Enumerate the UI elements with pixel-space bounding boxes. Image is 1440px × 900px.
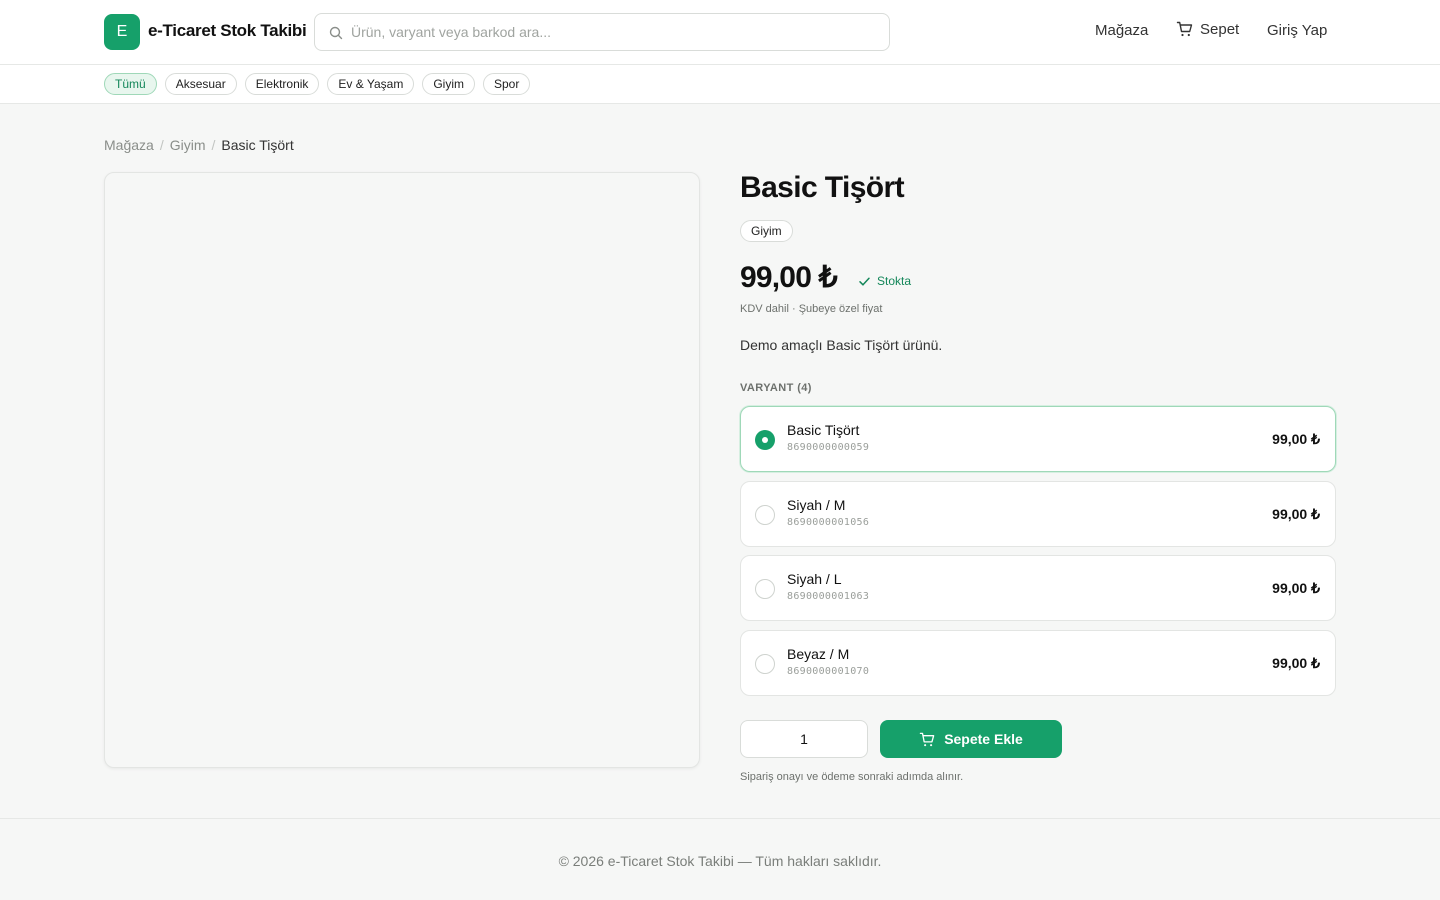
search-input[interactable] [351, 14, 871, 50]
variant-heading: VARYANT (4) [740, 382, 812, 394]
nav-store-link[interactable]: Mağaza [1095, 22, 1148, 39]
variant-name: Beyaz / M [787, 646, 850, 662]
add-to-cart-button[interactable]: Sepete Ekle [880, 720, 1062, 758]
footer-copyright: © 2026 e-Ticaret Stok Takibi — Tüm hakla… [558, 853, 882, 869]
nav-login-link[interactable]: Giriş Yap [1267, 22, 1327, 39]
category-chip-all[interactable]: Tümü [104, 73, 157, 95]
variant-name: Basic Tişört [787, 422, 860, 438]
breadcrumb-current: Basic Tişört [221, 137, 294, 153]
product-title: Basic Tişört [740, 171, 905, 204]
footer: © 2026 e-Ticaret Stok Takibi — Tüm hakla… [0, 818, 1440, 900]
search-box [314, 13, 890, 51]
order-note: Sipariş onayı ve ödeme sonraki adımda al… [740, 771, 964, 783]
variant-option[interactable]: Siyah / L 8690000001063 99,00 ₺ [740, 555, 1336, 621]
breadcrumb-separator: / [159, 137, 164, 153]
variant-option[interactable]: Siyah / M 8690000001056 99,00 ₺ [740, 481, 1336, 547]
category-bar: Tümü Aksesuar Elektronik Ev & Yaşam Giyi… [0, 65, 1440, 104]
product-image [104, 172, 700, 768]
category-tag: Giyim [740, 220, 793, 242]
variant-barcode: 8690000001070 [787, 666, 870, 677]
variant-radio[interactable] [755, 579, 775, 599]
variant-radio[interactable] [755, 430, 775, 450]
breadcrumb-store[interactable]: Mağaza [104, 137, 154, 153]
brand-name[interactable]: e-Ticaret Stok Takibi [148, 21, 307, 41]
cart-icon [1176, 21, 1193, 37]
stock-status: Stokta [858, 274, 911, 288]
category-list: Tümü Aksesuar Elektronik Ev & Yaşam Giyi… [104, 73, 531, 95]
logo-badge[interactable]: E [104, 14, 140, 50]
variant-barcode: 8690000001056 [787, 517, 870, 528]
variant-name: Siyah / L [787, 571, 842, 587]
variant-name: Siyah / M [787, 497, 846, 513]
variant-option[interactable]: Basic Tişört 8690000000059 99,00 ₺ [740, 406, 1336, 472]
cart-icon [919, 732, 935, 746]
variant-option[interactable]: Beyaz / M 8690000001070 99,00 ₺ [740, 630, 1336, 696]
variant-radio[interactable] [755, 654, 775, 674]
breadcrumb: Mağaza / Giyim / Basic Tişört [104, 137, 294, 153]
category-chip-accessories[interactable]: Aksesuar [164, 73, 237, 95]
price-note: KDV dahil · Şubeye özel fiyat [740, 303, 883, 315]
quantity-input[interactable] [740, 720, 868, 758]
category-chip-sports[interactable]: Spor [483, 73, 531, 95]
variant-price: 99,00 ₺ [1272, 580, 1320, 596]
product-description: Demo amaçlı Basic Tişört ürünü. [740, 337, 943, 353]
category-chip-home-living[interactable]: Ev & Yaşam [327, 73, 415, 95]
variant-radio[interactable] [755, 505, 775, 525]
product-price: 99,00 ₺ [740, 261, 838, 294]
nav-cart-link[interactable]: Sepet [1176, 20, 1239, 38]
breadcrumb-separator: / [211, 137, 216, 153]
search-icon [329, 26, 343, 40]
category-chip-electronics[interactable]: Elektronik [244, 73, 320, 95]
nav-cart-label: Sepet [1200, 20, 1240, 38]
variant-price: 99,00 ₺ [1272, 506, 1320, 522]
check-icon [859, 277, 870, 286]
variant-price: 99,00 ₺ [1272, 431, 1320, 447]
variant-barcode: 8690000001063 [787, 591, 870, 602]
breadcrumb-category[interactable]: Giyim [170, 137, 206, 153]
variant-barcode: 8690000000059 [787, 442, 870, 453]
category-chip-clothing[interactable]: Giyim [422, 73, 475, 95]
variant-price: 99,00 ₺ [1272, 655, 1320, 671]
top-header: E e-Ticaret Stok Takibi Mağaza Sepet Gir… [0, 0, 1440, 65]
stock-status-label: Stokta [877, 274, 912, 288]
add-to-cart-label: Sepete Ekle [944, 731, 1023, 747]
